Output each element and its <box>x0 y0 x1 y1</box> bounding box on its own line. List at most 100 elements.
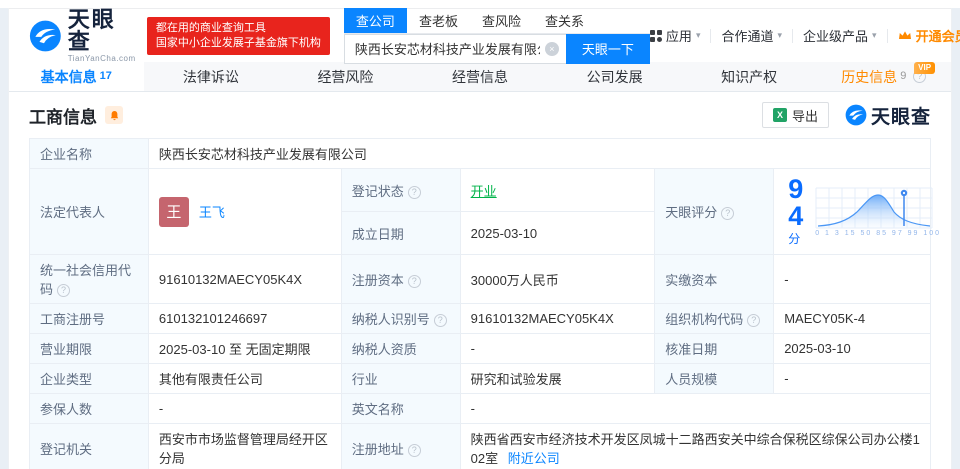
search-tab-risk[interactable]: 查风险 <box>470 8 533 33</box>
insured-count-value-cell: - <box>147 393 342 424</box>
tab-company-development[interactable]: 公司发展 <box>547 62 682 91</box>
nearby-companies-link[interactable]: 附近公司 <box>508 451 560 466</box>
nav-enterprise-label: 企业级产品 <box>803 29 869 44</box>
business-term-value-cell: 2025-03-10 至 无固定期限 <box>147 333 342 364</box>
field-label: 登记机关 <box>40 441 93 457</box>
approval-date-value: 2025-03-10 <box>784 341 851 356</box>
field-label: 注册资本 <box>351 272 404 288</box>
company-name-label-cell: 企业名称 <box>29 138 149 169</box>
tab-label: 公司发展 <box>586 68 643 85</box>
reg-capital-label-cell: 注册资本? <box>340 254 461 304</box>
reg-status-value-cell: 开业 <box>459 168 656 212</box>
field-label: 人员规模 <box>665 372 718 387</box>
staff-size-value: - <box>784 371 789 386</box>
top-navbar: 天眼查 TianYanCha.com 都在用的商业查询工具 国家中小企业发展子基… <box>9 6 960 64</box>
slogan-line1: 都在用的商业查询工具 <box>155 21 266 34</box>
reg-status-value[interactable]: 开业 <box>471 184 497 199</box>
help-icon[interactable]: ? <box>747 314 761 328</box>
table-row: 参保人数 - 英文名称 - <box>29 393 932 424</box>
company-type-value-cell: 其他有限责任公司 <box>147 363 342 394</box>
export-button[interactable]: X 导出 <box>761 102 829 128</box>
apps-grid-icon <box>649 29 662 42</box>
chevron-down-icon: ▾ <box>777 30 783 40</box>
field-label: 统一社会信用代码 <box>40 263 132 297</box>
field-label: 天眼评分 <box>665 205 718 220</box>
credit-code-value: 91610132MAECY05K4X <box>158 271 303 287</box>
field-label: 行业 <box>351 372 378 387</box>
help-icon[interactable]: ? <box>721 207 735 221</box>
reg-number-value: 610132101246697 <box>158 311 268 326</box>
nav-apps[interactable]: 应用 ▾ <box>649 26 701 45</box>
table-row: 工商注册号 610132101246697 纳税人识别号? 91610132MA… <box>29 303 931 334</box>
crown-icon <box>898 31 911 39</box>
nav-cooperation[interactable]: 合作通道 ▾ <box>721 26 782 45</box>
tab-legal-litigation[interactable]: 法律诉讼 <box>144 62 279 91</box>
approval-date-value-cell: 2025-03-10 <box>773 333 931 364</box>
help-icon[interactable]: ? <box>57 284 71 298</box>
field-label: 法定代表人 <box>40 205 106 220</box>
nav-vip-upgrade[interactable]: 开通会员 ▾ <box>898 26 960 45</box>
help-icon[interactable]: ? <box>407 185 421 199</box>
legal-rep-value-cell: 王 王飞 <box>147 168 342 255</box>
legal-rep-avatar[interactable]: 王 <box>158 196 189 227</box>
business-info-table: 企业名称 陕西长安芯材科技产业发展有限公司 法定代表人 王 王飞 登记状态? 开… <box>29 138 939 469</box>
chevron-down-icon: ▾ <box>695 30 701 40</box>
search-input[interactable] <box>343 33 566 64</box>
tianyancha-logo[interactable]: 天眼查 TianYanCha.com <box>29 6 137 63</box>
search-button[interactable]: 天眼一下 <box>565 33 650 64</box>
est-date-value-cell: 2025-03-10 <box>459 211 656 255</box>
field-label: 核准日期 <box>665 342 718 357</box>
legal-rep-label-cell: 法定代表人 <box>29 168 149 255</box>
chevron-down-icon: ▾ <box>872 30 877 40</box>
logo-swirl-icon <box>29 20 61 51</box>
taxpayer-id-value: 91610132MAECY05K4X <box>470 311 614 326</box>
nav-cooperation-label: 合作通道 <box>721 29 774 44</box>
field-label: 登记状态 <box>351 183 404 199</box>
field-label: 纳税人资质 <box>351 342 417 357</box>
paid-capital-value: - <box>784 271 789 287</box>
company-type-value: 其他有限责任公司 <box>158 372 263 387</box>
credit-code-value-cell: 91610132MAECY05K4X <box>147 254 342 304</box>
paid-capital-label-cell: 实缴资本 <box>654 254 775 304</box>
taxpayer-qualification-value: - <box>470 341 475 356</box>
nav-enterprise[interactable]: 企业级产品 ▾ <box>803 26 877 45</box>
content-area: 工商信息 X 导出 天眼查 企业名称 陕西长安芯材科技产业发展有限公司 法定代表… <box>9 92 951 469</box>
clear-icon[interactable]: × <box>544 41 559 56</box>
search-tab-boss[interactable]: 查老板 <box>407 8 470 33</box>
reg-address-value-cell: 陕西省西安市经济技术开发区凤城十二路西安关中综合保税区综保公司办公楼102室 附… <box>459 423 932 469</box>
tab-intellectual-property[interactable]: 知识产权 <box>682 62 817 91</box>
announcement-bell-icon[interactable] <box>105 106 123 124</box>
search-tab-company[interactable]: 查公司 <box>343 7 407 33</box>
help-icon[interactable]: ? <box>433 314 447 328</box>
score-distribution-chart[interactable]: 0 1 3 15 50 85 97 99 100 <box>815 187 939 237</box>
field-label: 企业类型 <box>40 372 93 387</box>
est-date-value: 2025-03-10 <box>470 225 538 241</box>
search-tab-relation[interactable]: 查关系 <box>533 8 596 33</box>
help-icon[interactable]: ? <box>407 274 421 288</box>
reg-address-label-cell: 注册地址? <box>340 423 461 469</box>
logo-text: 天眼查 TianYanCha.com <box>67 6 137 63</box>
tab-operation-info[interactable]: 经营信息 <box>413 62 548 91</box>
tab-operation-risk[interactable]: 经营风险 <box>278 62 413 91</box>
search-tabs: 查公司 查老板 查风险 查关系 <box>343 7 650 34</box>
tab-count: 9 <box>900 69 907 82</box>
legal-rep-link[interactable]: 王飞 <box>199 202 225 221</box>
tab-label: 知识产权 <box>721 68 778 85</box>
score-value: 94 <box>788 174 804 231</box>
reg-status-label-cell: 登记状态? <box>340 168 461 212</box>
taxpayer-id-label-cell: 纳税人识别号? <box>340 303 461 334</box>
help-icon[interactable]: ? <box>407 443 421 457</box>
english-name-label-cell: 英文名称 <box>340 393 461 424</box>
tab-basic-info[interactable]: 基本信息 17 <box>9 62 144 91</box>
tab-history-info[interactable]: VIP 历史信息 9 ? <box>816 62 951 91</box>
staff-size-value-cell: - <box>773 363 931 394</box>
reg-authority-label-cell: 登记机关 <box>29 423 149 469</box>
search-input-wrap: × <box>343 33 566 64</box>
nav-vip-label: 开通会员 <box>915 29 960 44</box>
business-term-label-cell: 营业期限 <box>29 333 149 364</box>
logo-cn-text: 天眼查 <box>67 6 116 54</box>
score-unit: 分 <box>788 232 801 246</box>
paid-capital-value-cell: - <box>773 254 931 304</box>
field-label: 实缴资本 <box>665 272 718 288</box>
nav-divider <box>710 28 712 43</box>
